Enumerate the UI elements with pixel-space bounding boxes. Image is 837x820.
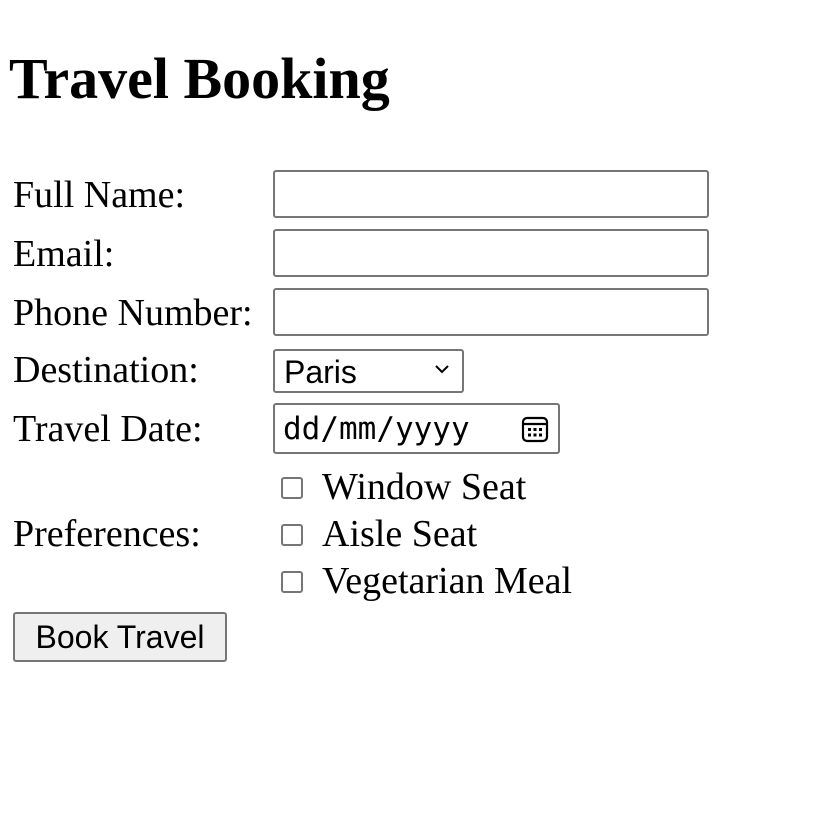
travel-booking-page: Travel Booking Full Name: Email: Phone N…	[0, 0, 837, 820]
destination-select[interactable]: Paris	[273, 349, 464, 393]
vegetarian-meal-label: Vegetarian Meal	[322, 560, 573, 602]
full-name-field[interactable]	[273, 170, 709, 218]
vegetarian-meal-checkbox[interactable]	[281, 571, 303, 593]
aisle-seat-checkbox[interactable]	[281, 524, 303, 546]
destination-selected-value: Paris	[284, 354, 357, 390]
email-field[interactable]	[273, 229, 709, 277]
page-title: Travel Booking	[9, 46, 390, 111]
destination-label: Destination:	[13, 349, 199, 391]
email-label: Email:	[13, 233, 115, 275]
phone-number-label: Phone Number:	[13, 292, 253, 334]
calendar-icon[interactable]	[520, 414, 550, 444]
aisle-seat-label: Aisle Seat	[322, 513, 478, 555]
window-seat-checkbox[interactable]	[281, 477, 303, 499]
chevron-down-icon	[435, 365, 449, 374]
preferences-label: Preferences:	[13, 513, 201, 555]
book-travel-button[interactable]: Book Travel	[13, 612, 227, 662]
full-name-label: Full Name:	[13, 174, 186, 216]
window-seat-label: Window Seat	[322, 466, 527, 508]
travel-date-field[interactable]: dd/mm/yyyy	[273, 403, 560, 454]
phone-number-field[interactable]	[273, 288, 709, 336]
travel-date-label: Travel Date:	[13, 408, 203, 450]
travel-date-placeholder: dd/mm/yyyy	[283, 411, 470, 447]
